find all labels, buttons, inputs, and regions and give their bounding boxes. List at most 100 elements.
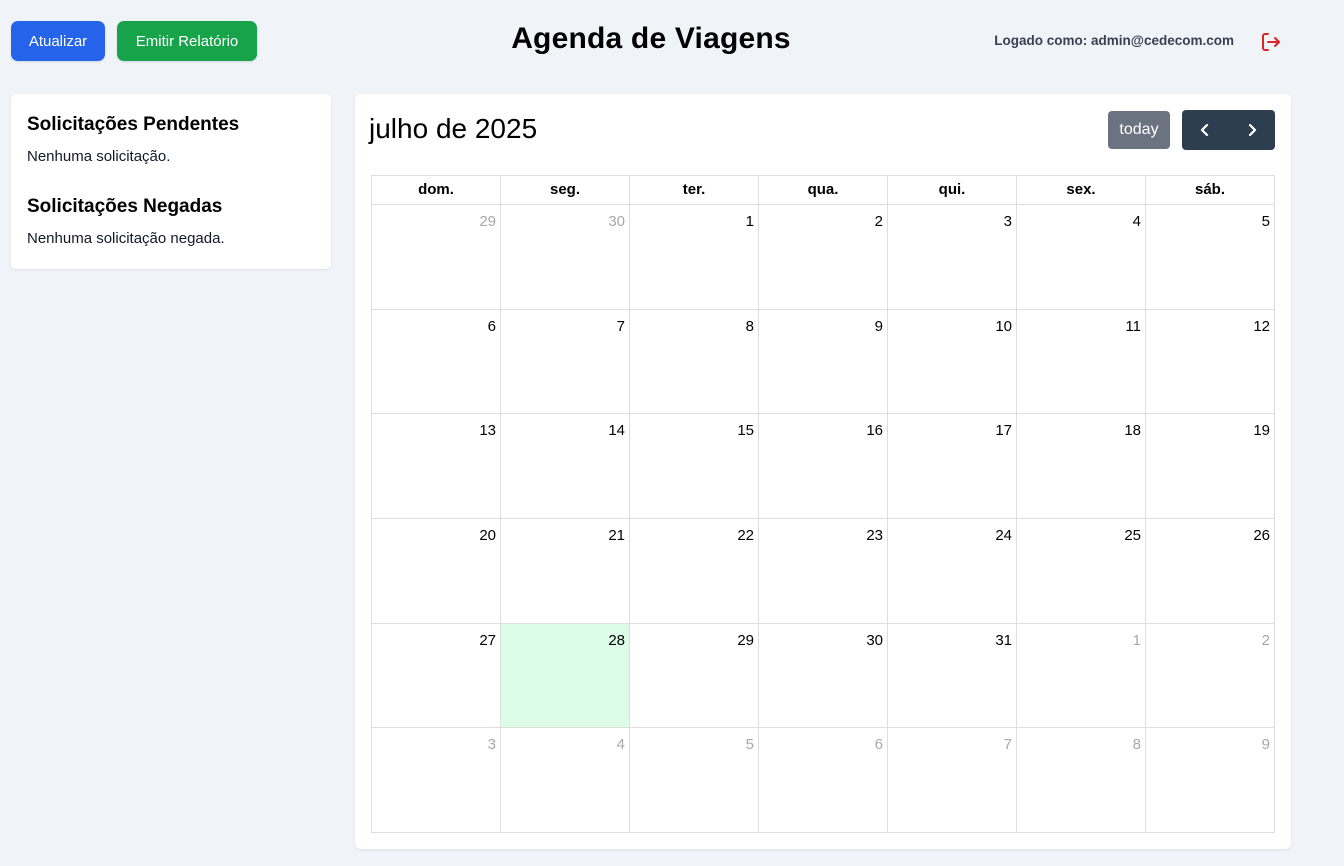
day-number: 25	[1124, 527, 1141, 545]
calendar-day-cell[interactable]: 2	[1146, 623, 1275, 729]
calendar-day-cell[interactable]: 12	[1146, 309, 1275, 415]
calendar-day-cell[interactable]: 29	[372, 205, 501, 310]
calendar-day-cell[interactable]: 3	[888, 205, 1017, 310]
day-number: 5	[745, 736, 754, 754]
calendar-day-cell[interactable]: 4	[501, 728, 630, 834]
day-number: 15	[737, 422, 754, 440]
day-number: 30	[866, 631, 883, 649]
day-number: 11	[1125, 317, 1141, 335]
day-number: 4	[616, 736, 625, 754]
calendar-day-cell[interactable]: 24	[888, 519, 1017, 624]
calendar-day-cell[interactable]: 21	[501, 519, 630, 624]
day-number: 9	[1261, 736, 1270, 754]
day-number: 4	[1132, 213, 1141, 230]
calendar-day-cell[interactable]: 13	[372, 414, 501, 520]
calendar-day-cell[interactable]: 9	[759, 309, 888, 415]
weekday-header: dom.	[372, 176, 501, 205]
day-number: 26	[1253, 527, 1270, 545]
weekday-header: ter.	[630, 176, 759, 205]
day-number: 2	[874, 213, 883, 230]
calendar-day-cell[interactable]: 14	[501, 414, 630, 520]
day-number: 29	[479, 213, 496, 230]
calendar-week-row: 3 4 5 6 7 8 9	[372, 728, 1275, 834]
calendar-day-cell[interactable]: 30	[759, 623, 888, 729]
calendar-day-cell[interactable]: 7	[888, 728, 1017, 834]
day-number: 13	[479, 422, 496, 440]
day-number: 6	[874, 736, 883, 754]
day-number: 27	[479, 631, 496, 649]
next-month-button[interactable]	[1229, 110, 1276, 150]
weekday-header: qui.	[888, 176, 1017, 205]
day-number: 30	[608, 213, 625, 230]
day-number: 10	[995, 317, 1012, 335]
weekday-header: seg.	[501, 176, 630, 205]
calendar-day-cell[interactable]: 4	[1017, 205, 1146, 310]
calendar-day-cell[interactable]: 25	[1017, 519, 1146, 624]
weekday-header-row: dom. seg. ter. qua. qui. sex. sáb.	[372, 176, 1275, 205]
calendar-day-cell[interactable]: 1	[630, 205, 759, 310]
calendar-day-cell-today[interactable]: 28	[501, 623, 630, 729]
chevron-left-icon	[1201, 123, 1209, 137]
day-number: 28	[608, 631, 625, 649]
calendar-day-cell[interactable]: 22	[630, 519, 759, 624]
day-number: 18	[1124, 422, 1141, 440]
pending-requests-empty: Nenhuma solicitação.	[27, 148, 171, 165]
calendar-day-cell[interactable]: 8	[630, 309, 759, 415]
calendar-day-cell[interactable]: 27	[372, 623, 501, 729]
calendar-weeks: 29 30 1 2 3 4 5 6 7 8 9 10 11 12 13 14 15 16 17 18 19 20 21 22 2…	[372, 205, 1275, 834]
calendar-panel: julho de 2025 today dom. seg. ter. qua. …	[355, 94, 1291, 849]
calendar-day-cell[interactable]: 11	[1017, 309, 1146, 415]
day-number: 22	[737, 527, 754, 545]
day-number: 5	[1261, 213, 1270, 230]
calendar-day-cell[interactable]: 9	[1146, 728, 1275, 834]
day-number: 31	[995, 631, 1012, 649]
calendar-day-cell[interactable]: 23	[759, 519, 888, 624]
day-number: 6	[487, 317, 496, 335]
prev-month-button[interactable]	[1182, 110, 1229, 150]
weekday-header: sex.	[1017, 176, 1146, 205]
day-number: 3	[487, 736, 496, 754]
calendar-grid: dom. seg. ter. qua. qui. sex. sáb. 29 30 1…	[371, 175, 1275, 834]
calendar-day-cell[interactable]: 19	[1146, 414, 1275, 520]
day-number: 24	[995, 527, 1012, 545]
calendar-day-cell[interactable]: 6	[372, 309, 501, 415]
calendar-day-cell[interactable]: 5	[630, 728, 759, 834]
day-number: 2	[1261, 631, 1270, 649]
pending-requests-title: Solicitações Pendentes	[27, 114, 240, 135]
calendar-day-cell[interactable]: 1	[1017, 623, 1146, 729]
today-button[interactable]: today	[1108, 111, 1170, 149]
calendar-day-cell[interactable]: 16	[759, 414, 888, 520]
calendar-day-cell[interactable]: 17	[888, 414, 1017, 520]
calendar-day-cell[interactable]: 20	[372, 519, 501, 624]
calendar-day-cell[interactable]: 29	[630, 623, 759, 729]
denied-requests-title: Solicitações Negadas	[27, 196, 223, 217]
day-number: 17	[995, 422, 1012, 440]
day-number: 23	[866, 527, 883, 545]
day-number: 9	[874, 317, 883, 335]
calendar-day-cell[interactable]: 26	[1146, 519, 1275, 624]
calendar-day-cell[interactable]: 6	[759, 728, 888, 834]
calendar-nav-group	[1182, 110, 1275, 150]
day-number: 19	[1253, 422, 1270, 440]
calendar-week-row: 29 30 1 2 3 4 5	[372, 205, 1275, 310]
day-number: 12	[1253, 317, 1270, 335]
calendar-day-cell[interactable]: 10	[888, 309, 1017, 415]
calendar-day-cell[interactable]: 7	[501, 309, 630, 415]
calendar-day-cell[interactable]: 15	[630, 414, 759, 520]
calendar-day-cell[interactable]: 5	[1146, 205, 1275, 310]
calendar-day-cell[interactable]: 3	[372, 728, 501, 834]
calendar-day-cell[interactable]: 8	[1017, 728, 1146, 834]
header: Atualizar Emitir Relatório Agenda de Via…	[0, 0, 1344, 84]
logout-icon[interactable]	[1259, 30, 1283, 54]
calendar-day-cell[interactable]: 2	[759, 205, 888, 310]
calendar-day-cell[interactable]: 31	[888, 623, 1017, 729]
day-number: 1	[745, 213, 754, 230]
day-number: 8	[745, 317, 754, 335]
day-number: 7	[616, 317, 625, 335]
calendar-week-row: 13 14 15 16 17 18 19	[372, 414, 1275, 520]
day-number: 29	[737, 631, 754, 649]
calendar-day-cell[interactable]: 30	[501, 205, 630, 310]
day-number: 7	[1003, 736, 1012, 754]
calendar-day-cell[interactable]: 18	[1017, 414, 1146, 520]
calendar-week-row: 20 21 22 23 24 25 26	[372, 519, 1275, 624]
